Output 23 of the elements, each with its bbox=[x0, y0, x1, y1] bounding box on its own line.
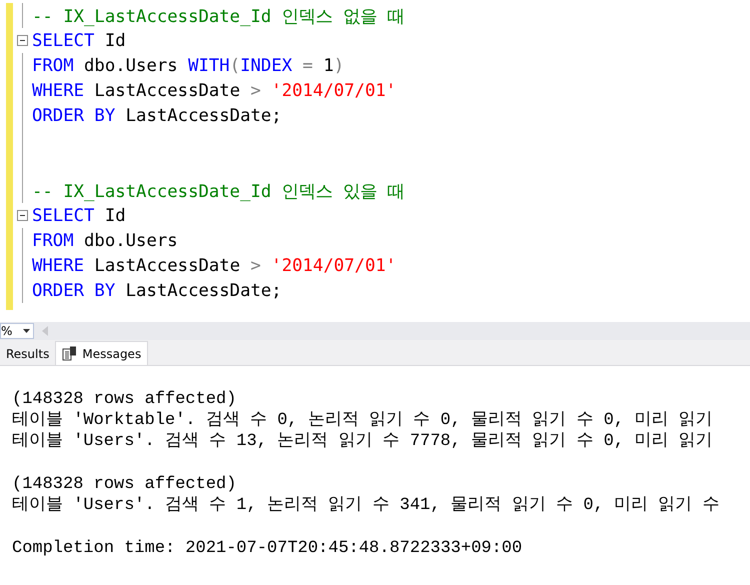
caret-icon bbox=[23, 329, 30, 333]
code-line: FROM dbo.Users bbox=[32, 230, 178, 250]
code-line: FROM dbo.Users WITH(INDEX = 1) bbox=[32, 56, 344, 76]
collapse-icon[interactable] bbox=[17, 35, 28, 46]
message-line: 테이블 'Worktable'. 검색 수 0, 논리적 읽기 수 0, 물리적 읽기 수 0, 미리 읽기 bbox=[12, 410, 714, 431]
code-line: -- IX_LastAccessDate_Id 인덱스 없을 때 bbox=[32, 6, 405, 28]
message-line: 테이블 'Users'. 검색 수 13, 논리적 읽기 수 7778, 물리적 읽기 수 0, 미리 읽기 bbox=[12, 431, 714, 452]
results-tab[interactable]: Results bbox=[0, 343, 56, 365]
collapse-icon[interactable] bbox=[17, 210, 28, 221]
zoom-dropdown[interactable]: % bbox=[0, 323, 34, 339]
code-line: WHERE LastAccessDate > '2014/07/01' bbox=[32, 256, 396, 276]
code-line: SELECT Id bbox=[32, 206, 126, 226]
document-icon bbox=[62, 346, 78, 361]
message-line: (148328 rows affected) bbox=[12, 474, 238, 495]
results-tab[interactable]: Messages bbox=[55, 341, 148, 365]
message-line: 테이블 'Users'. 검색 수 1, 논리적 읽기 수 341, 물리적 읽기 수 0, 미리 읽기 수 bbox=[12, 495, 720, 516]
code-line: ORDER BY LastAccessDate; bbox=[32, 106, 282, 126]
code-line: SELECT Id bbox=[32, 30, 126, 50]
code-line: WHERE LastAccessDate > '2014/07/01' bbox=[32, 80, 396, 100]
code-line: -- IX_LastAccessDate_Id 인덱스 있을 때 bbox=[32, 180, 405, 202]
message-line: Completion time: 2021-07-07T20:45:48.8722333+09:00 bbox=[12, 538, 524, 559]
code-line: ORDER BY LastAccessDate; bbox=[32, 280, 282, 300]
message-line: (148328 rows affected) bbox=[12, 389, 238, 410]
